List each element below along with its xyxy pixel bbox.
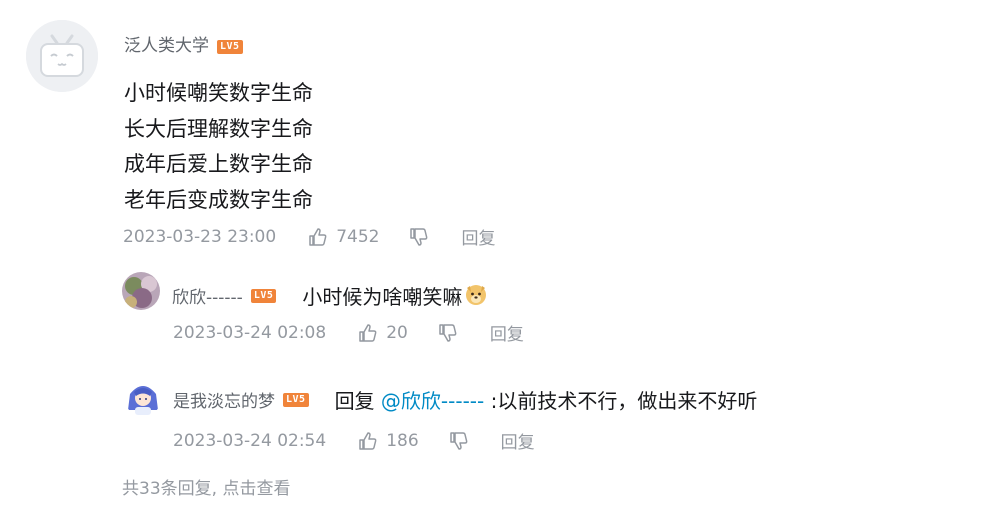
reply-prefix: 回复: [334, 389, 381, 413]
timestamp: 2023-03-24 02:08: [173, 322, 327, 343]
avatar-image: [122, 272, 160, 310]
dislike-button[interactable]: [438, 323, 458, 343]
comment-line-4: 老年后变成数字生命: [124, 188, 313, 212]
reply-button[interactable]: 回复: [501, 428, 535, 453]
reply-body: :以前技术不行，做出来不好听: [484, 389, 758, 413]
avatar-image: [124, 378, 162, 416]
reply-avatar[interactable]: [124, 378, 162, 416]
doge-emoji-icon: [464, 282, 488, 310]
thumbs-up-icon: [309, 227, 327, 246]
reply-meta-1: 2023-03-24 02:08 20 回复: [173, 320, 524, 346]
thumbs-up-icon: [359, 431, 377, 450]
timestamp: 2023-03-23 23:00: [123, 226, 277, 247]
level-badge: LV5: [250, 288, 277, 303]
mention-link[interactable]: @欣欣------: [381, 389, 484, 413]
like-count: 186: [386, 430, 419, 451]
comment-meta: 2023-03-23 23:00 7452 回复: [123, 224, 495, 250]
avatar[interactable]: [26, 20, 98, 92]
comment-line-3: 成年后爱上数字生命: [124, 152, 313, 176]
reply-content: 回复 @欣欣------ :以前技术不行，做出来不好听: [335, 385, 758, 414]
comment-header: 泛人类大学 LV5: [124, 31, 243, 56]
like-count: 20: [386, 322, 408, 343]
username[interactable]: 泛人类大学: [124, 36, 209, 56]
comment-line-2: 长大后理解数字生命: [124, 117, 313, 141]
timestamp: 2023-03-24 02:54: [173, 430, 327, 451]
reply-button[interactable]: 回复: [490, 320, 524, 345]
tv-mascot-icon: [26, 20, 98, 92]
like-count: 7452: [336, 226, 380, 247]
reply-button[interactable]: 回复: [461, 224, 495, 249]
level-badge: LV5: [283, 392, 309, 407]
username[interactable]: 是我淡忘的梦: [173, 387, 275, 412]
thumbs-down-icon: [449, 431, 468, 450]
thumbs-up-icon: [359, 323, 377, 342]
dislike-button[interactable]: [449, 431, 469, 451]
dislike-button[interactable]: [409, 227, 429, 247]
like-button[interactable]: 7452: [308, 227, 379, 247]
reply-meta-2: 2023-03-24 02:54 186 回复: [173, 428, 535, 454]
like-button[interactable]: 186: [358, 430, 419, 451]
thumbs-down-icon: [410, 227, 428, 246]
reply-row-2: 是我淡忘的梦 LV5 回复 @欣欣------ :以前技术不行，做出来不好听: [173, 385, 757, 414]
comment-line-1: 小时候嘲笑数字生命: [124, 81, 313, 105]
username[interactable]: 欣欣------: [172, 283, 243, 308]
thumbs-down-icon: [439, 323, 457, 342]
reply-row-1: 欣欣------ LV5 小时候为啥嘲笑嘛: [172, 281, 488, 310]
like-button[interactable]: 20: [358, 323, 408, 343]
reply-avatar[interactable]: [122, 272, 160, 310]
view-more-replies-link[interactable]: 共33条回复, 点击查看: [122, 474, 290, 499]
level-badge: LV5: [217, 39, 243, 54]
reply-content: 小时候为啥嘲笑嘛: [302, 285, 463, 309]
